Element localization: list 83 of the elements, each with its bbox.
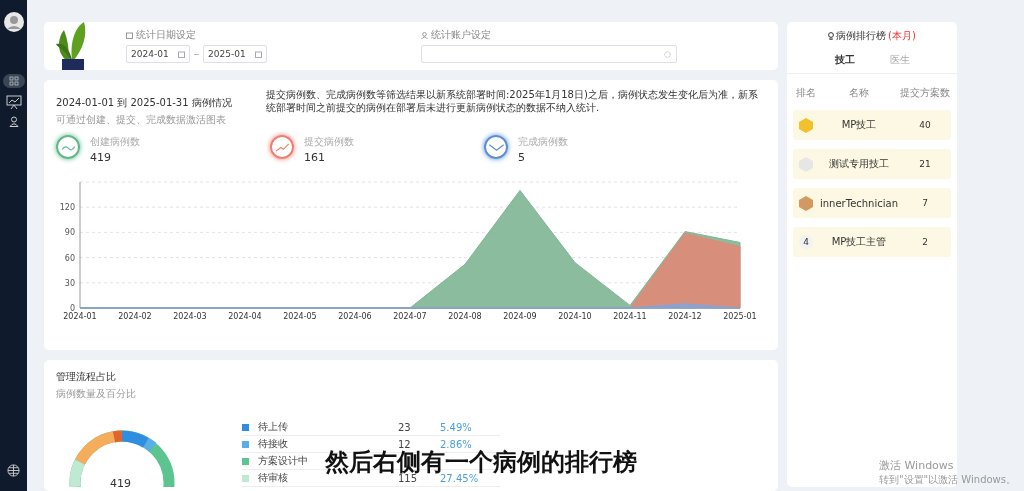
y-tick-label: 0 [69, 304, 75, 313]
x-tick-label: 2024-01 [63, 312, 97, 321]
legend-percent: 5.49% [440, 421, 472, 433]
globe-icon[interactable] [7, 464, 20, 477]
ranking-count: 21 [919, 159, 931, 169]
ranking-count: 40 [919, 120, 931, 130]
start-date-field[interactable]: 2024-01 [126, 45, 190, 63]
x-tick-label: 2024-10 [558, 312, 592, 321]
trend-icon [488, 142, 504, 152]
x-tick-label: 2024-05 [283, 312, 317, 321]
settings-icon [664, 50, 671, 58]
legend-label: 待上传 [258, 420, 288, 434]
ranking-row[interactable]: 测试专用技工 21 [793, 149, 951, 179]
y-tick-label: 60 [64, 253, 75, 263]
column-header: 排名 [796, 86, 816, 100]
stat-label: 提交病例数 [304, 135, 354, 149]
account-select-field[interactable] [421, 45, 677, 63]
ranking-period: (本月) [888, 29, 916, 43]
presentation-chart-icon[interactable] [5, 94, 22, 110]
ranking-tab[interactable]: 技工 [834, 47, 855, 73]
calendar-icon [255, 50, 262, 58]
avatar-icon[interactable] [3, 12, 24, 32]
rank-number: 4 [799, 235, 813, 249]
column-header: 名称 [849, 86, 869, 100]
legend-label: 待审核 [258, 471, 288, 485]
ranking-row[interactable]: 4 MP技工主管 2 [793, 227, 951, 257]
lightbulb-icon [828, 32, 835, 40]
x-tick-label: 2024-11 [613, 312, 647, 321]
ranking-count: 7 [922, 198, 928, 208]
calendar-icon [126, 31, 133, 39]
stat-label: 完成病例数 [518, 135, 568, 149]
ranking-count: 2 [922, 237, 928, 247]
x-tick-label: 2024-07 [393, 312, 427, 321]
donut-total: 419 [110, 477, 131, 490]
x-tick-label: 2025-01 [723, 312, 757, 321]
stat-label: 创建病例数 [90, 135, 140, 149]
x-tick-label: 2024-09 [503, 312, 537, 321]
trend-icon [274, 142, 290, 152]
x-tick-label: 2024-12 [668, 312, 702, 321]
calendar-icon [178, 50, 185, 58]
legend-label: 待接收 [258, 437, 288, 451]
stat-value: 5 [518, 151, 526, 164]
grid-icon[interactable] [2, 74, 25, 88]
dash-icon [194, 53, 199, 55]
medal-icon [799, 117, 813, 133]
ranking-name: MP技工主管 [831, 235, 887, 249]
y-tick-label: 120 [59, 203, 75, 213]
user-icon [421, 31, 428, 39]
process-subtitle: 病例数量及百分比 [56, 387, 137, 401]
overview-title: 2024-01-01 到 2025-01-31 病例情况 [56, 96, 233, 110]
x-tick-label: 2024-03 [173, 312, 207, 321]
legend-percent: 27.45% [440, 472, 479, 484]
ranking-name: 测试专用技工 [829, 157, 889, 171]
end-date-field[interactable]: 2025-01 [203, 45, 267, 63]
x-tick-label: 2024-02 [118, 312, 152, 321]
legend-count: 23 [398, 421, 411, 433]
y-tick-label: 30 [64, 278, 75, 288]
legend-percent: 2.86% [440, 438, 472, 450]
activation-title: 激活 Windows [878, 458, 955, 473]
stat-value: 161 [304, 151, 326, 164]
activation-hint: 转到"设置"以激活 Windows。 [878, 473, 1016, 487]
column-header: 提交方案数 [900, 86, 950, 100]
ranking-row[interactable]: innerTechnician 7 [793, 188, 951, 218]
y-tick-label: 90 [64, 228, 75, 238]
date-setting-label: 统计日期设定 [136, 28, 196, 42]
trend-badge[interactable] [484, 135, 508, 159]
overview-subtitle: 可通过创建、提交、完成数据激活图表 [56, 113, 227, 127]
ranking-name: MP技工 [841, 118, 877, 132]
ranking-title: 病例排行榜 [836, 29, 887, 43]
process-title: 管理流程占比 [56, 370, 117, 384]
ranking-row[interactable]: MP技工 40 [793, 110, 951, 140]
ranking-name: innerTechnician [820, 197, 898, 209]
statistics-note: 提交病例数、完成病例数等筛选结果以新系统部署时间:2025年1月18日)之后，病例状态发生变化后为准，新系统部署时间之前提交的病例在部署后未进行更新病例状态的数据不纳入统计. [266, 88, 759, 115]
x-tick-label: 2024-06 [338, 312, 372, 321]
x-tick-label: 2024-04 [228, 312, 262, 321]
medal-icon [799, 195, 813, 211]
legend-count: 12 [398, 438, 411, 450]
trend-badge[interactable] [270, 135, 294, 159]
x-tick-label: 2024-08 [448, 312, 482, 321]
user-icon[interactable] [8, 116, 19, 127]
account-setting-label: 统计账户设定 [431, 28, 491, 42]
legend-label: 方案设计中 [258, 454, 308, 468]
stat-value: 419 [90, 151, 112, 164]
